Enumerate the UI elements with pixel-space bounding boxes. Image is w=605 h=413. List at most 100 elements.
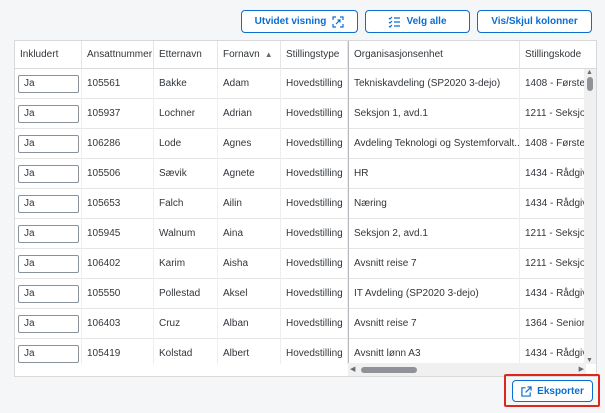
cell-position-type: Hovedstilling: [281, 309, 348, 339]
sort-ascending-icon: ▲: [264, 50, 273, 59]
cell-position-code: 1211 - Seksjon: [520, 249, 586, 279]
cell-last-name: Walnum: [154, 219, 218, 249]
expanded-view-label: Utvidet visning: [254, 16, 327, 27]
horizontal-scroll-thumb[interactable]: [361, 367, 417, 373]
cell-include-select: Ja: [15, 159, 82, 189]
scroll-down-icon[interactable]: ▼: [586, 357, 593, 364]
cell-first-name: Aina: [218, 219, 281, 249]
cell-first-name: Albert: [218, 339, 281, 364]
cell-last-name: Karim: [154, 249, 218, 279]
cell-employee-number: 105550: [82, 279, 154, 309]
cell-first-name: Adam: [218, 69, 281, 99]
cell-position-code: 1408 - Førstek: [520, 69, 586, 99]
table-row[interactable]: Ja 106402 Karim Aisha Hovedstilling Avsnitt r…: [15, 249, 586, 279]
vertical-scrollbar[interactable]: ▲ ▼: [584, 69, 596, 364]
scroll-left-icon[interactable]: ◀: [350, 365, 355, 373]
table-body: Ja 105561 Bakke Adam Hovedstilling Tekniskavd…: [15, 69, 586, 364]
cell-employee-number: 105937: [82, 99, 154, 129]
cell-position-type: Hovedstilling: [281, 189, 348, 219]
export-icon: [521, 385, 532, 397]
include-select[interactable]: Ja: [18, 315, 79, 333]
cell-position-type: Hovedstilling: [281, 249, 348, 279]
cell-include-select: Ja: [15, 249, 82, 279]
include-select[interactable]: Ja: [18, 105, 79, 123]
include-select[interactable]: Ja: [18, 135, 79, 153]
include-select[interactable]: Ja: [18, 165, 79, 183]
cell-position-code: 1408 - Førstek: [520, 129, 586, 159]
cell-employee-number: 105653: [82, 189, 154, 219]
cell-last-name: Cruz: [154, 309, 218, 339]
include-select[interactable]: Ja: [18, 195, 79, 213]
cell-include-select: Ja: [15, 339, 82, 364]
expanded-view-button[interactable]: Utvidet visning: [241, 10, 358, 33]
cell-position-code: 1434 - Rådgive: [520, 159, 586, 189]
cell-position-code: 1434 - Rådgive: [520, 279, 586, 309]
cell-include-select: Ja: [15, 69, 82, 99]
table-row[interactable]: Ja 105506 Sævik Agnete Hovedstilling HR 1434 -…: [15, 159, 586, 189]
show-hide-columns-button[interactable]: Vis/Skjul kolonner: [477, 10, 592, 33]
table-toolbar: Utvidet visning Velg alle Vis/Skjul kolo…: [241, 10, 592, 33]
scroll-up-icon[interactable]: ▲: [586, 69, 593, 76]
vertical-scroll-thumb[interactable]: [587, 77, 593, 91]
cell-include-select: Ja: [15, 99, 82, 129]
cell-position-type: Hovedstilling: [281, 279, 348, 309]
column-header-ansattnummer[interactable]: Ansattnummer: [82, 41, 154, 69]
column-header-etternavn[interactable]: Etternavn: [154, 41, 218, 69]
cell-first-name: Aisha: [218, 249, 281, 279]
cell-employee-number: 106402: [82, 249, 154, 279]
cell-org-unit: Avdeling Teknologi og Systemforvalt...: [348, 129, 520, 159]
cell-employee-number: 106286: [82, 129, 154, 159]
cell-first-name: Aksel: [218, 279, 281, 309]
include-select[interactable]: Ja: [18, 75, 79, 93]
column-header-organisasjonsenhet[interactable]: Organisasjonsenhet: [348, 41, 520, 69]
column-header-inkludert[interactable]: Inkludert: [15, 41, 82, 69]
include-select[interactable]: Ja: [18, 285, 79, 303]
cell-org-unit: HR: [348, 159, 520, 189]
include-select[interactable]: Ja: [18, 345, 79, 363]
fullscreen-icon: [332, 15, 344, 28]
cell-last-name: Kolstad: [154, 339, 218, 364]
table-row[interactable]: Ja 105653 Falch Ailin Hovedstilling Næring 143…: [15, 189, 586, 219]
cell-org-unit: Tekniskavdeling (SP2020 3-dejo): [348, 69, 520, 99]
table-row[interactable]: Ja 105561 Bakke Adam Hovedstilling Tekniskavd…: [15, 69, 586, 99]
table-row[interactable]: Ja 106403 Cruz Alban Hovedstilling Avsnitt re…: [15, 309, 586, 339]
cell-position-type: Hovedstilling: [281, 339, 348, 364]
column-header-stillingskode[interactable]: Stillingskode: [520, 41, 596, 69]
cell-first-name: Adrian: [218, 99, 281, 129]
employee-table: Inkludert Ansattnummer Etternavn Fornavn…: [14, 40, 597, 377]
table-row[interactable]: Ja 105550 Pollestad Aksel Hovedstilling IT Av…: [15, 279, 586, 309]
include-select[interactable]: Ja: [18, 255, 79, 273]
cell-position-code: 1434 - Rådgive: [520, 189, 586, 219]
cell-org-unit: Avsnitt lønn A3: [348, 339, 520, 364]
cell-org-unit: Avsnitt reise 7: [348, 249, 520, 279]
cell-employee-number: 105561: [82, 69, 154, 99]
cell-include-select: Ja: [15, 279, 82, 309]
table-header: Inkludert Ansattnummer Etternavn Fornavn…: [15, 41, 596, 69]
cell-position-code: 1434 - Rådgive: [520, 339, 586, 364]
cell-include-select: Ja: [15, 129, 82, 159]
table-row[interactable]: Ja 105945 Walnum Aina Hovedstilling Seksjon 2…: [15, 219, 586, 249]
cell-employee-number: 106403: [82, 309, 154, 339]
scroll-right-icon[interactable]: ▶: [579, 365, 584, 373]
cell-include-select: Ja: [15, 219, 82, 249]
table-row[interactable]: Ja 105937 Lochner Adrian Hovedstilling Seksjo…: [15, 99, 586, 129]
cell-org-unit: Næring: [348, 189, 520, 219]
cell-position-type: Hovedstilling: [281, 129, 348, 159]
include-select[interactable]: Ja: [18, 225, 79, 243]
show-hide-columns-label: Vis/Skjul kolonner: [491, 16, 578, 27]
table-row[interactable]: Ja 106286 Lode Agnes Hovedstilling Avdeling T…: [15, 129, 586, 159]
export-button[interactable]: Eksporter: [512, 380, 593, 402]
cell-last-name: Sævik: [154, 159, 218, 189]
checklist-icon: [389, 16, 401, 28]
select-all-button[interactable]: Velg alle: [365, 10, 470, 33]
cell-employee-number: 105506: [82, 159, 154, 189]
cell-last-name: Bakke: [154, 69, 218, 99]
cell-last-name: Lochner: [154, 99, 218, 129]
cell-position-type: Hovedstilling: [281, 219, 348, 249]
cell-first-name: Alban: [218, 309, 281, 339]
column-header-stillingstype[interactable]: Stillingstype: [281, 41, 348, 69]
column-header-fornavn[interactable]: Fornavn ▲: [218, 41, 281, 69]
cell-position-type: Hovedstilling: [281, 99, 348, 129]
cell-employee-number: 105419: [82, 339, 154, 364]
table-row[interactable]: Ja 105419 Kolstad Albert Hovedstilling Avsnit…: [15, 339, 586, 364]
